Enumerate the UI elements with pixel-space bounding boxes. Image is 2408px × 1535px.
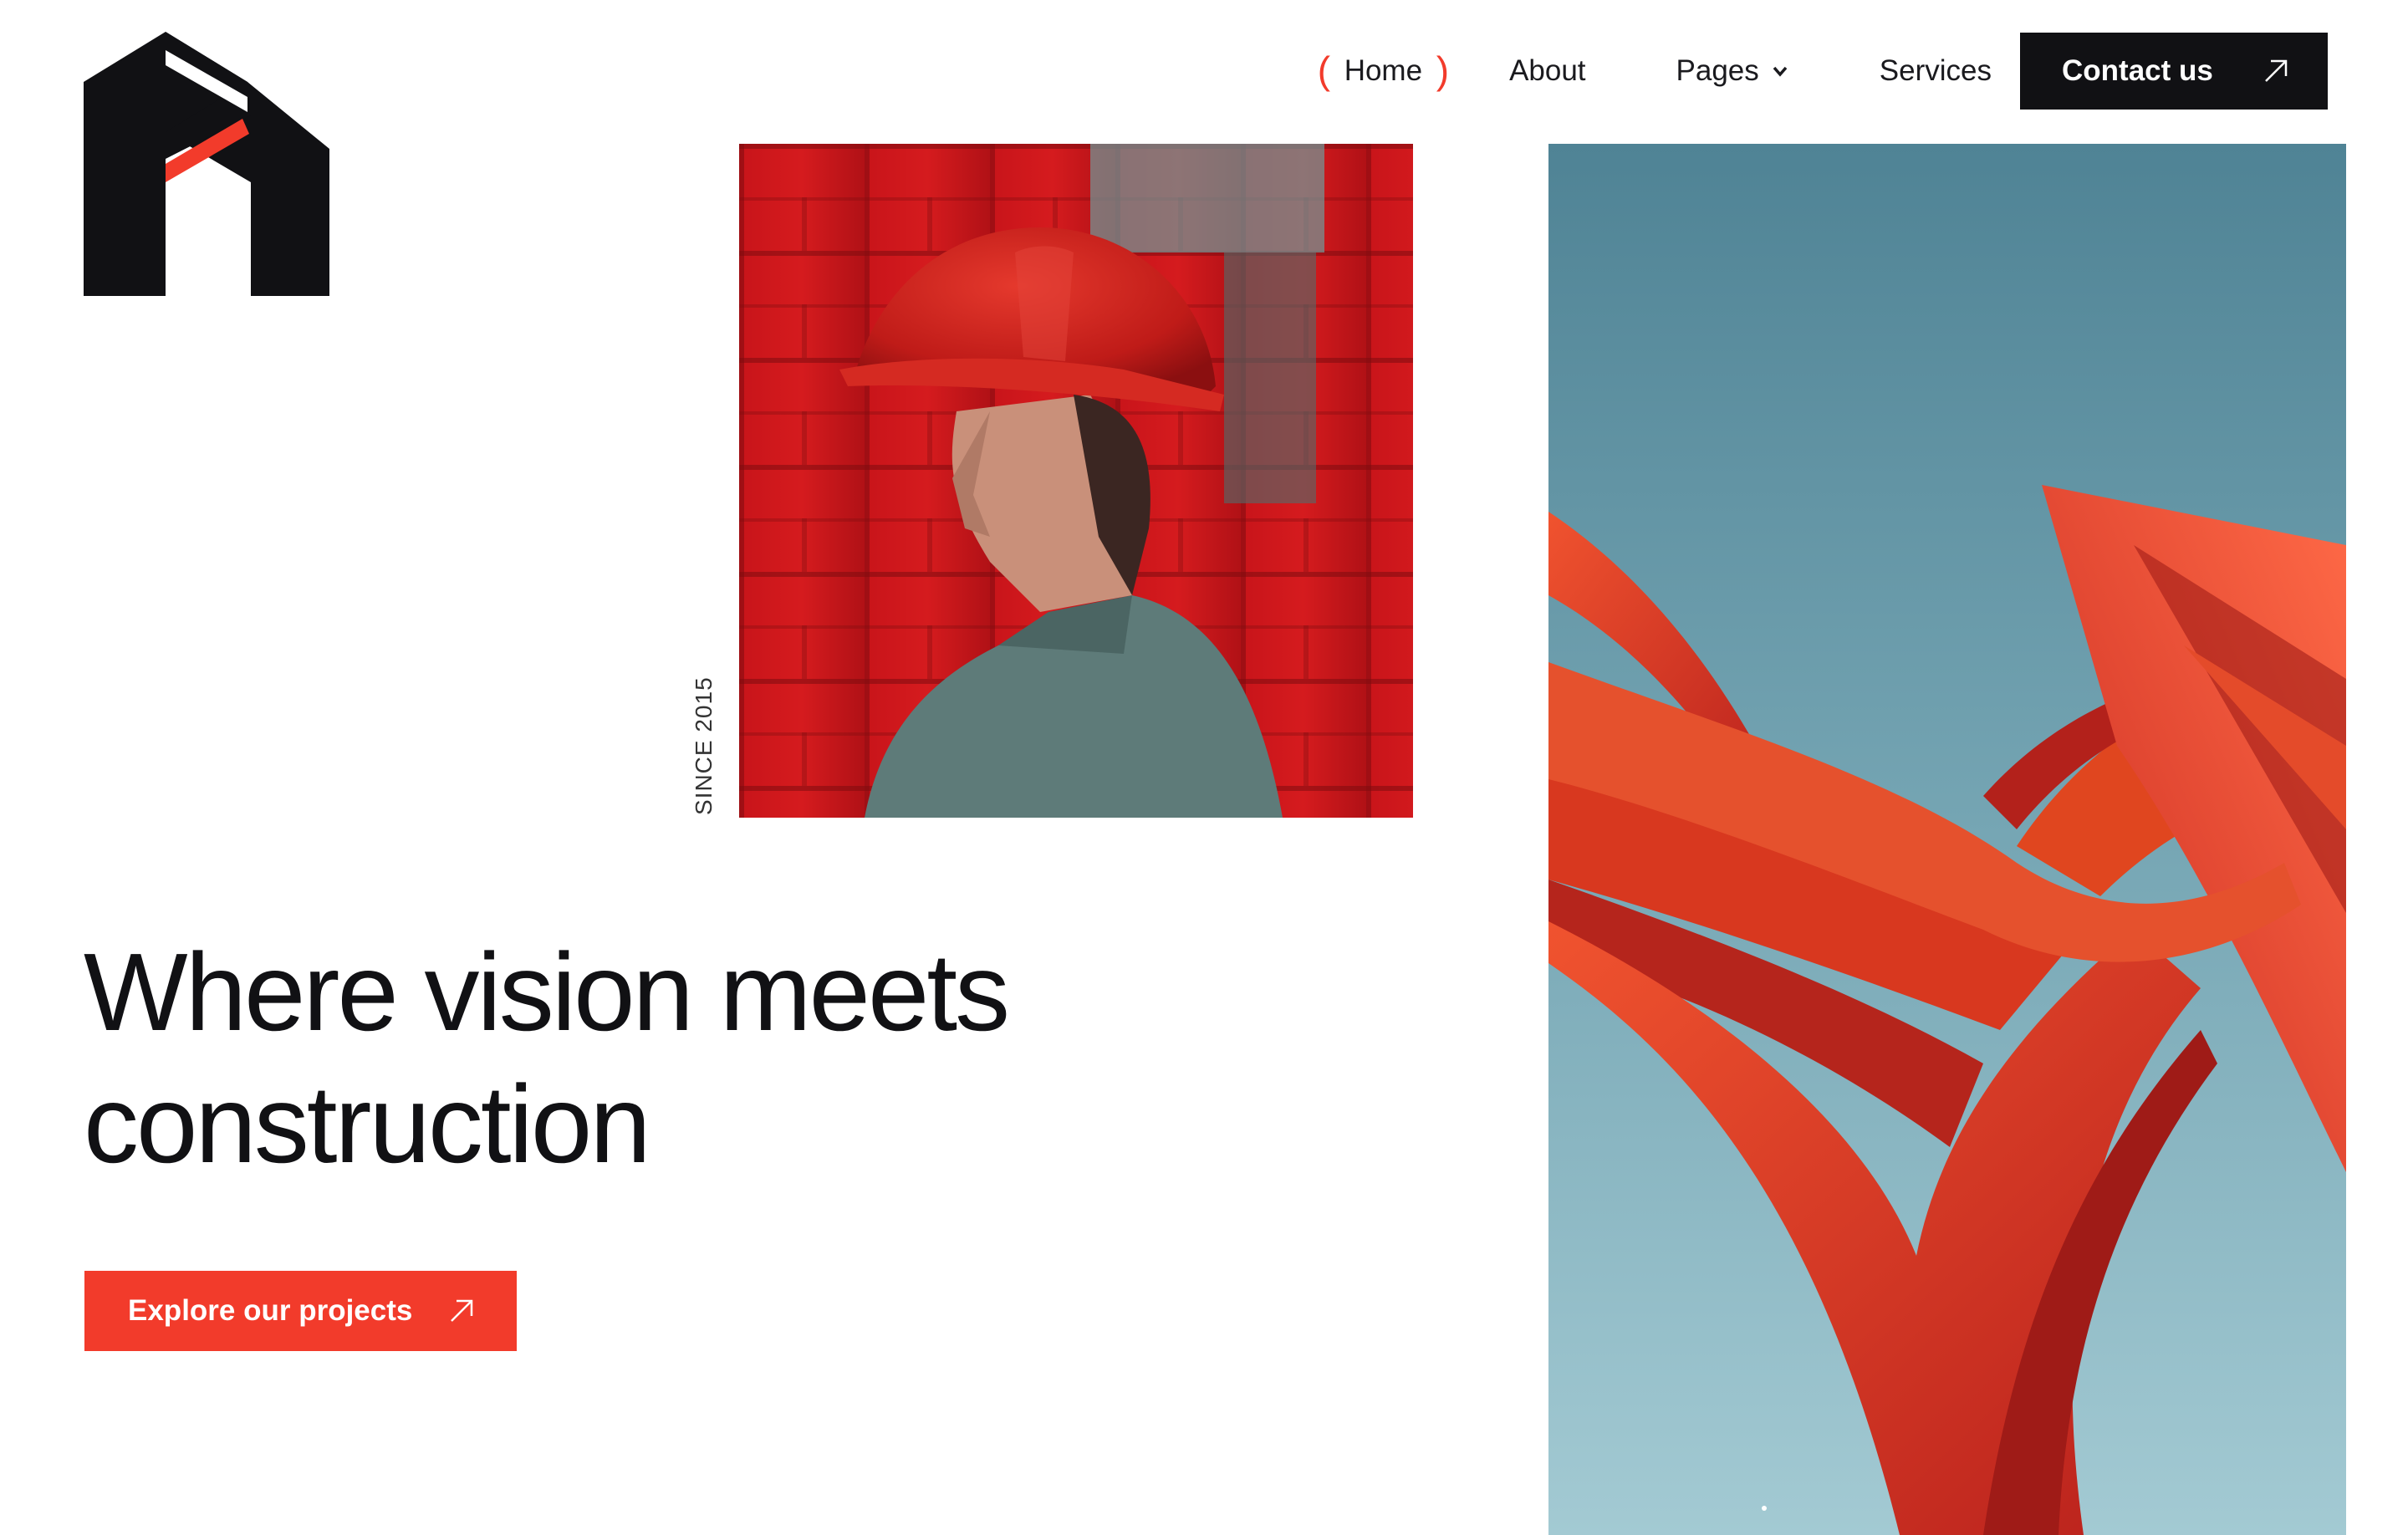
nav-item-label: Services [1879,54,1992,87]
hero-line-1: Where vision meets [84,931,1010,1053]
main-nav: ( Home ) About Pages Services Contact us [1317,33,2328,110]
explore-projects-button[interactable]: Explore our projects [84,1271,517,1351]
arrow-up-right-icon [451,1299,473,1322]
page: ( Home ) About Pages Services Contact us… [0,0,2408,1535]
nav-item-label: Pages [1676,54,1759,87]
sculpture-photo [1548,144,2346,1535]
nav-item-services[interactable]: Services [1880,54,1992,88]
contact-us-label: Contact us [2062,54,2213,87]
nav-item-pages[interactable]: Pages [1676,54,1789,88]
nav-item-home[interactable]: ( Home ) [1317,48,1450,92]
nav-item-label: Home [1344,54,1423,87]
since-label: SINCE 2015 [691,676,717,815]
arrow-up-right-icon [2265,59,2288,82]
bracket-right-icon: ) [1436,48,1450,92]
brand-logo[interactable] [84,32,329,296]
contact-us-button[interactable]: Contact us [2020,33,2328,110]
explore-projects-label: Explore our projects [128,1294,413,1327]
hero-heading: Where vision meets construction [84,926,1338,1191]
nav-item-about[interactable]: About [1509,54,1585,88]
chevron-down-icon [1773,66,1788,77]
bracket-left-icon: ( [1317,48,1331,92]
nav-item-label: About [1509,54,1586,87]
worker-photo [739,144,1413,818]
hero-line-2: construction [84,1063,651,1186]
